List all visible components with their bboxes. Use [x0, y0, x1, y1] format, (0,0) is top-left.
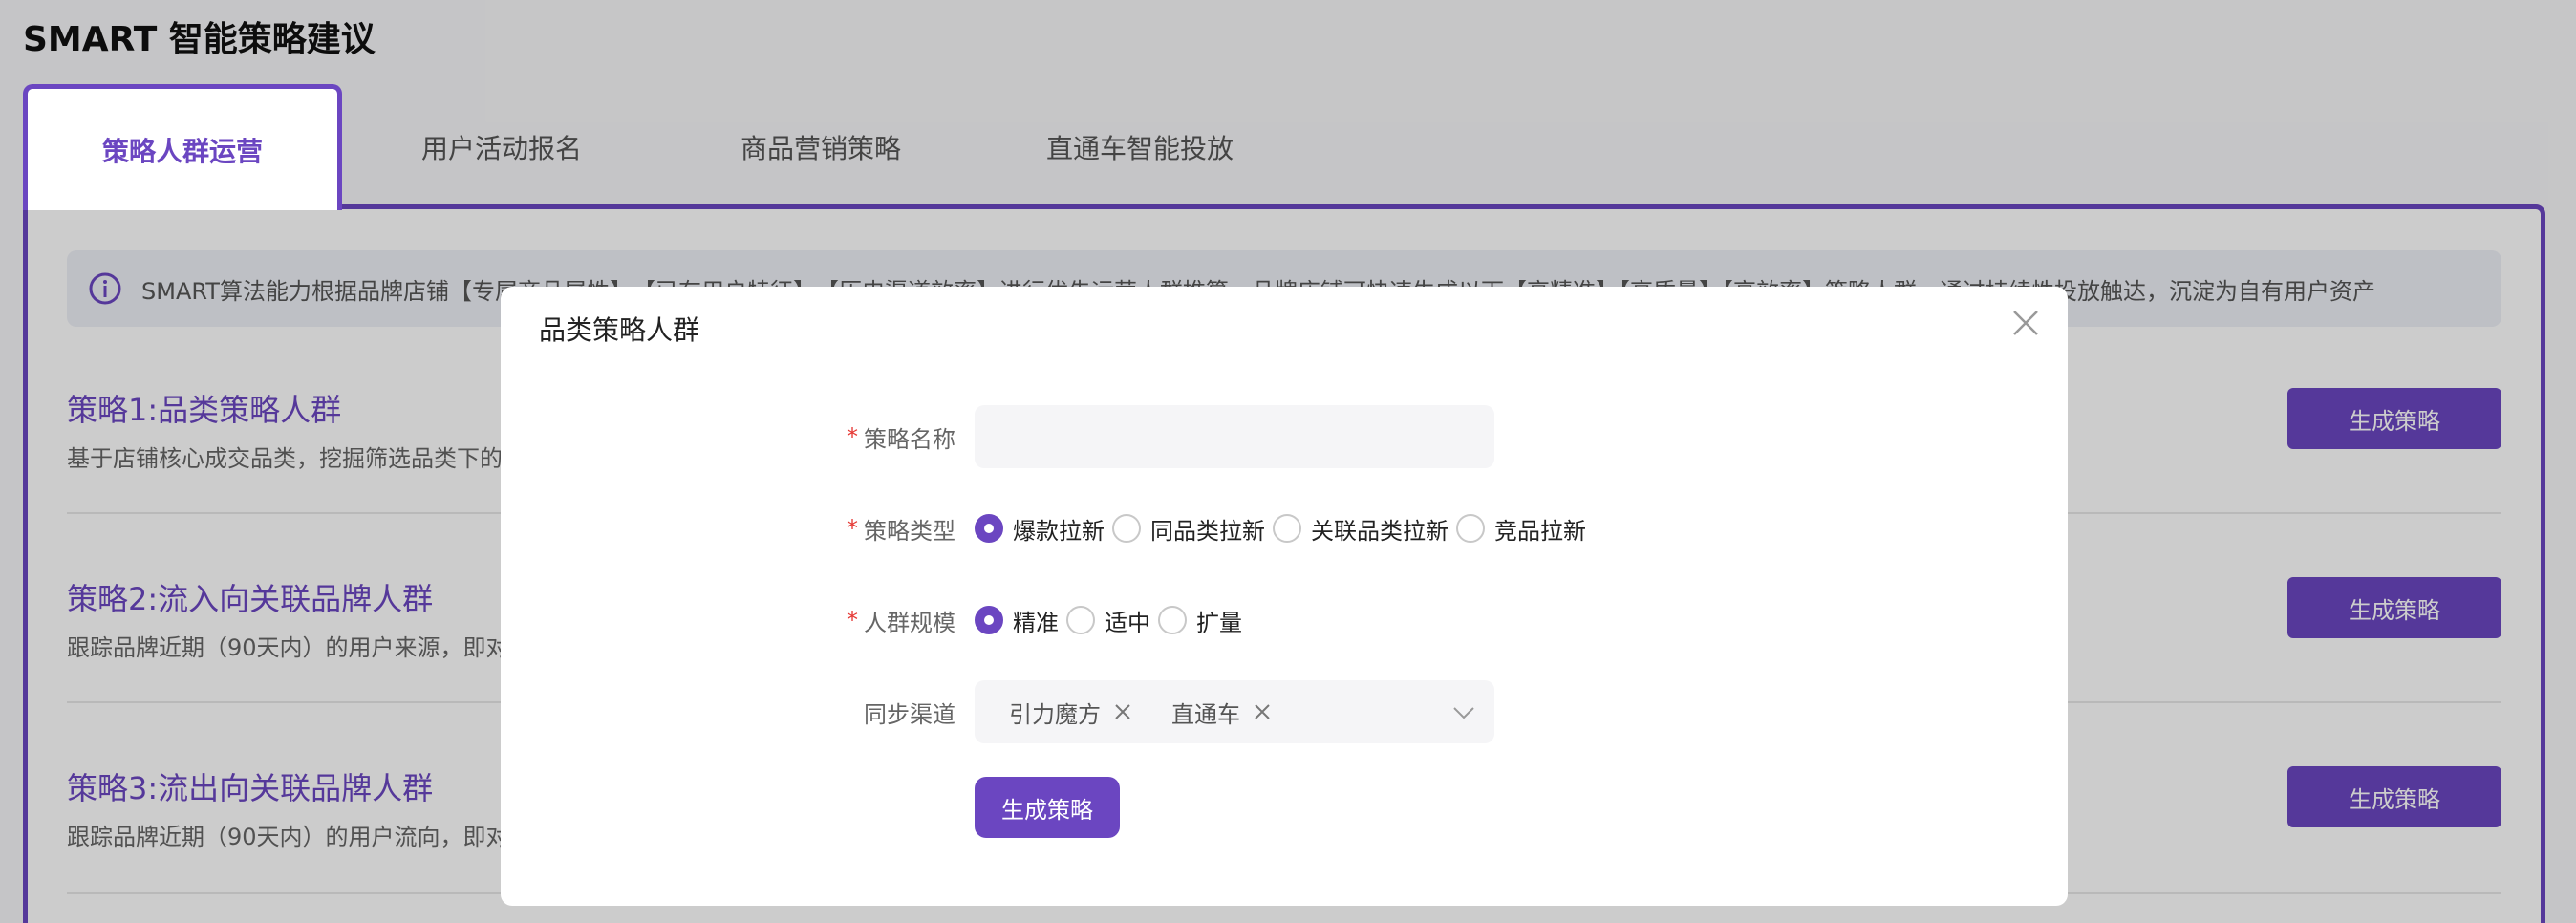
- required-mark: *: [847, 515, 858, 542]
- channel-tag: 直通车: [1152, 696, 1292, 729]
- radio-label: 精准: [1013, 609, 1059, 636]
- tab-strategy-audience[interactable]: 策略人群运营: [23, 84, 342, 210]
- label-text: 策略类型: [864, 517, 955, 545]
- radio-button[interactable]: [1456, 514, 1485, 543]
- required-mark: *: [847, 423, 858, 450]
- radio-expand[interactable]: 扩量: [1158, 604, 1242, 637]
- label-text: 策略名称: [864, 425, 955, 453]
- form-row-submit: 生成策略: [501, 776, 2068, 839]
- radio-label: 关联品类拉新: [1311, 517, 1449, 545]
- audience-scale-label: * 人群规模: [847, 589, 955, 652]
- close-icon[interactable]: [2010, 308, 2041, 338]
- radio-button-checked[interactable]: [975, 606, 1003, 634]
- radio-competitor[interactable]: 竞品拉新: [1456, 512, 1586, 546]
- radio-label: 爆款拉新: [1013, 517, 1105, 545]
- chevron-down-icon[interactable]: [1452, 701, 1475, 724]
- close-icon[interactable]: [1254, 703, 1271, 720]
- strategy-type-label: * 策略类型: [847, 497, 955, 560]
- radio-related-category[interactable]: 关联品类拉新: [1273, 512, 1449, 546]
- sync-channel-label: 同步渠道: [864, 700, 955, 728]
- control: 引力魔方 直通车: [975, 680, 1494, 743]
- radio-button[interactable]: [1158, 606, 1187, 634]
- audience-scale-radio-group: 精准 适中 扩量: [975, 589, 1250, 652]
- radio-button-checked[interactable]: [975, 514, 1003, 543]
- strategy-name-label: * 策略名称: [847, 405, 955, 468]
- radio-button[interactable]: [1112, 514, 1141, 543]
- label-text: 人群规模: [864, 609, 955, 636]
- sync-channel-select[interactable]: 引力魔方 直通车: [975, 680, 1494, 743]
- generate-strategy-submit-button[interactable]: 生成策略: [975, 777, 1120, 838]
- form-row-channel: 同步渠道 引力魔方 直通车: [501, 680, 2068, 743]
- radio-button[interactable]: [1066, 606, 1095, 634]
- control: [975, 405, 1494, 468]
- radio-same-category[interactable]: 同品类拉新: [1112, 512, 1265, 546]
- radio-button[interactable]: [1273, 514, 1301, 543]
- modal-title: 品类策略人群: [539, 314, 700, 346]
- tag-label: 引力魔方: [1009, 700, 1101, 728]
- control: 生成策略: [975, 776, 1120, 839]
- radio-label: 竞品拉新: [1494, 517, 1586, 545]
- form-row-name: * 策略名称: [501, 405, 2068, 468]
- close-icon[interactable]: [1114, 703, 1131, 720]
- radio-label: 扩量: [1196, 609, 1242, 636]
- form-row-scale: * 人群规模 精准 适中 扩量: [501, 589, 2068, 652]
- strategy-modal: 品类策略人群 * 策略名称 * 策略类型 爆款拉新 同品类拉新 关联品类拉新 竞…: [501, 287, 2068, 906]
- radio-label: 适中: [1105, 609, 1150, 636]
- radio-hot-item-acquisition[interactable]: 爆款拉新: [975, 512, 1105, 546]
- form-row-type: * 策略类型 爆款拉新 同品类拉新 关联品类拉新 竞品拉新: [501, 497, 2068, 560]
- radio-moderate[interactable]: 适中: [1066, 604, 1150, 637]
- required-mark: *: [847, 607, 858, 633]
- radio-label: 同品类拉新: [1150, 517, 1265, 545]
- tag-label: 直通车: [1171, 700, 1240, 728]
- channel-tag: 引力魔方: [990, 696, 1152, 729]
- strategy-type-radio-group: 爆款拉新 同品类拉新 关联品类拉新 竞品拉新: [975, 497, 1594, 560]
- radio-precise[interactable]: 精准: [975, 604, 1059, 637]
- strategy-name-input[interactable]: [975, 405, 1494, 468]
